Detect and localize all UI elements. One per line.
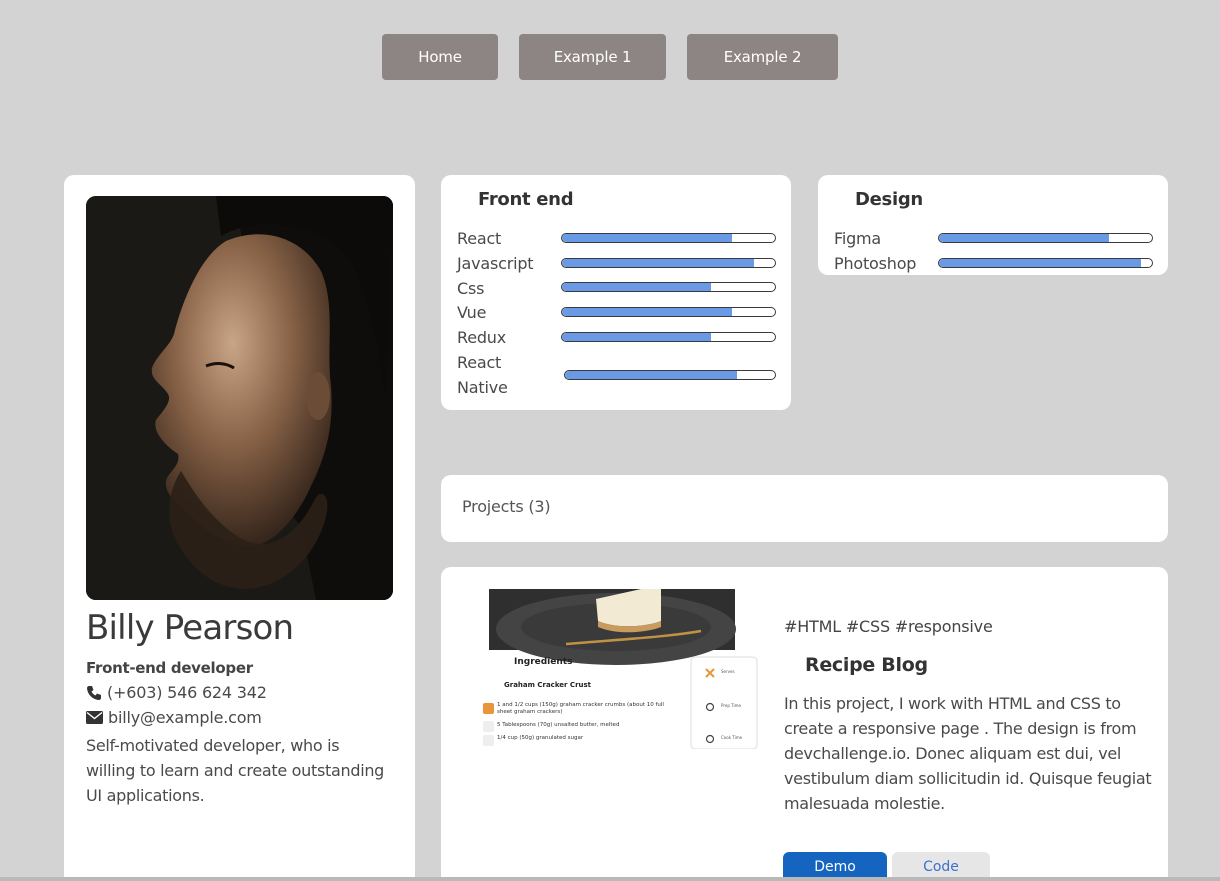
skill-bar-fill xyxy=(939,234,1110,242)
nav-example-1-button[interactable]: Example 1 xyxy=(519,34,666,80)
skill-label: Redux xyxy=(457,328,507,347)
skill-bar xyxy=(561,233,776,243)
project-tags: #HTML #CSS #responsive xyxy=(784,617,993,636)
thumbnail-side-label: Cook Time xyxy=(721,735,743,740)
nav-example-2-button[interactable]: Example 2 xyxy=(687,34,838,80)
thumbnail-side-label: Serves xyxy=(721,669,735,674)
project-description: In this project, I work with HTML and CS… xyxy=(784,694,1152,813)
skill-label: Javascript xyxy=(457,254,534,273)
thumbnail-subheading: Graham Cracker Crust xyxy=(504,681,592,689)
frontend-skills-title: Front end xyxy=(478,189,574,210)
skill-label: React xyxy=(457,229,502,248)
phone-text: (+603) 546 624 342 xyxy=(107,683,267,702)
nav-home-button[interactable]: Home xyxy=(382,34,498,80)
skill-bar xyxy=(561,307,776,317)
profile-bio: Self-motivated developer, who is willing… xyxy=(86,736,385,805)
projects-header-card: Projects (3) xyxy=(441,475,1168,542)
mail-icon xyxy=(86,711,103,724)
skill-label: Figma xyxy=(834,229,882,248)
email-text: billy@example.com xyxy=(108,708,262,727)
thumbnail-line: 1/4 cup (50g) granulated sugar xyxy=(497,735,584,741)
profile-phone: (+603) 546 624 342 xyxy=(86,683,267,702)
skill-bar-fill xyxy=(562,283,712,291)
design-skills-title: Design xyxy=(855,189,923,210)
skill-bar xyxy=(561,258,776,268)
skill-bar-fill xyxy=(562,308,733,316)
profile-card: Billy Pearson Front-end developer (+603)… xyxy=(64,175,415,881)
profile-photo xyxy=(86,196,393,600)
skill-bar-fill xyxy=(562,259,754,267)
top-nav: Home Example 1 Example 2 xyxy=(0,34,1220,80)
project-thumbnail: Ingredients Graham Cracker Crust 1 and 1… xyxy=(466,589,780,749)
skill-bar-fill xyxy=(562,234,733,242)
project-title: Recipe Blog xyxy=(805,654,928,676)
phone-icon xyxy=(87,685,101,700)
design-skills-card: Design Figma Photoshop xyxy=(818,175,1168,275)
skill-bar xyxy=(561,332,776,342)
skill-bar xyxy=(938,258,1153,268)
thumbnail-line: 5 Tablespoons (70g) unsalted butter, mel… xyxy=(497,722,620,728)
skill-bar-fill xyxy=(939,259,1142,267)
projects-count-label: Projects (3) xyxy=(462,497,551,516)
thumbnail-side-label: Prep Time xyxy=(721,703,741,708)
project-card: Ingredients Graham Cracker Crust 1 and 1… xyxy=(441,567,1168,881)
bottom-edge xyxy=(0,877,1220,881)
skill-label: Css xyxy=(457,279,485,298)
thumbnail-heading: Ingredients xyxy=(514,657,573,667)
skill-bar xyxy=(938,233,1153,243)
skill-label: Photoshop xyxy=(834,254,917,273)
profile-name: Billy Pearson xyxy=(86,608,294,648)
skill-label: Vue xyxy=(457,303,487,322)
skill-bar-fill xyxy=(565,371,738,379)
frontend-skills-card: Front end React Javascript Css Vue Redux Reac… xyxy=(441,175,791,410)
skill-bar xyxy=(564,370,776,380)
skill-bar-fill xyxy=(562,333,712,341)
profile-email: billy@example.com xyxy=(86,708,262,727)
thumbnail-line: 1 and 1/2 cups (150g) graham cracker cru… xyxy=(497,702,664,715)
skill-bar xyxy=(561,282,776,292)
profile-role: Front-end developer xyxy=(86,659,253,677)
skill-label: React Native xyxy=(457,353,508,397)
